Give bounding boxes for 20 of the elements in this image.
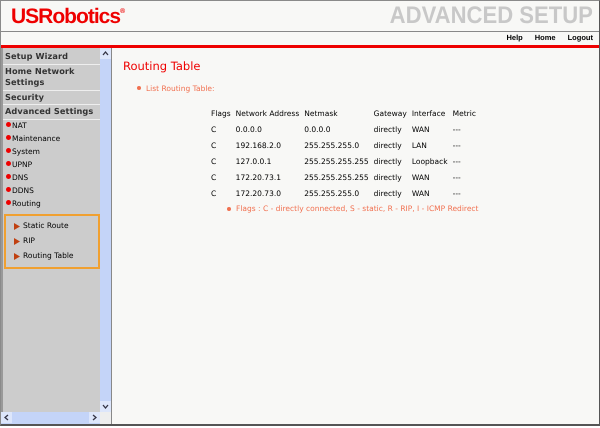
triangle-icon <box>14 222 20 230</box>
scroll-up-icon[interactable] <box>102 51 109 56</box>
scroll-left-icon[interactable] <box>4 414 9 421</box>
vertical-scrollbar[interactable] <box>100 48 111 412</box>
bullet-icon <box>6 161 11 166</box>
horizontal-scrollbar[interactable] <box>1 412 111 424</box>
scroll-right-icon[interactable] <box>92 414 97 421</box>
triangle-icon <box>14 252 20 260</box>
section-title: Routing Table <box>123 60 202 74</box>
bullet-icon <box>6 122 11 127</box>
bullet-icon <box>137 86 141 90</box>
usrobotics-logo: USRobotics$^{®}$ <box>11 6 126 26</box>
scroll-down-icon[interactable] <box>102 404 109 409</box>
bullet-icon <box>6 187 11 192</box>
bullet-icon <box>6 148 11 153</box>
bullet-icon <box>227 206 231 211</box>
triangle-icon <box>14 238 20 244</box>
bullet-icon <box>6 200 11 205</box>
bullet-icon <box>6 135 11 140</box>
bullet-icon <box>6 174 11 179</box>
